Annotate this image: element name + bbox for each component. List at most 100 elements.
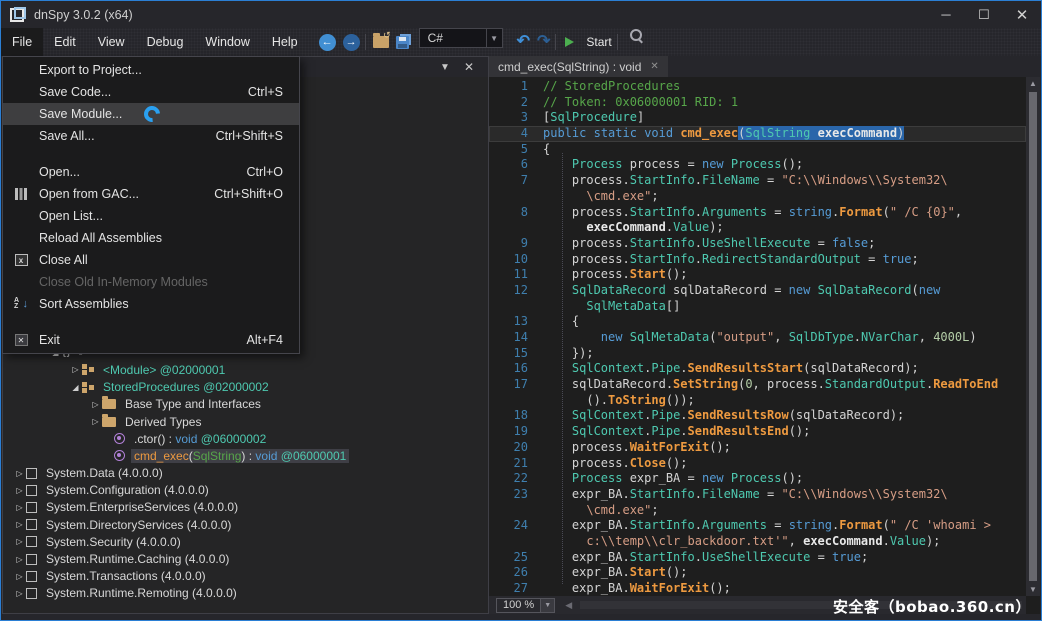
redo-icon[interactable]: ↷	[537, 34, 550, 50]
chevron-down-icon[interactable]: ▼	[486, 29, 502, 47]
tab-cmd-exec[interactable]: cmd_exec(SqlString) : void ✕	[489, 56, 668, 77]
chevron-down-icon[interactable]: ▼	[440, 62, 450, 73]
expand-collapsed-icon[interactable]: ▷	[13, 486, 26, 495]
tree-row[interactable]: ▷System.DirectoryServices (4.0.0.0)	[3, 516, 488, 533]
undo-icon[interactable]: ↶	[517, 34, 530, 50]
line-number: 16	[489, 361, 543, 377]
expand-collapsed-icon[interactable]: ▷	[89, 417, 102, 426]
code-line: 7 process.StartInfo.FileName = "C:\\Wind…	[489, 173, 1026, 189]
menu-item-open[interactable]: Open...Ctrl+O	[3, 161, 299, 183]
menu-item-label: Open from GAC...	[39, 187, 139, 201]
tab-close-icon[interactable]: ✕	[650, 61, 658, 72]
line-number: 18	[489, 408, 543, 424]
code-line: 1// StoredProcedures	[489, 79, 1026, 95]
code-line: 20 process.WaitForExit();	[489, 440, 1026, 456]
minimize-button[interactable]: ─	[927, 1, 965, 28]
tree-row[interactable]: .ctor() : void @06000002	[3, 430, 488, 447]
expand-collapsed-icon[interactable]: ▷	[13, 589, 26, 598]
expand-collapsed-icon[interactable]: ▷	[13, 572, 26, 581]
code-line: 26 expr_BA.Start();	[489, 565, 1026, 581]
save-all-icon[interactable]	[396, 36, 409, 49]
menu-debug[interactable]: Debug	[136, 28, 195, 56]
code-text: process.Start();	[543, 267, 688, 283]
menu-item-save-code[interactable]: Save Code...Ctrl+S	[3, 81, 299, 103]
menu-item-save-module[interactable]: Save Module...	[3, 103, 299, 125]
code-text: \cmd.exe";	[543, 189, 659, 205]
language-select[interactable]: C# ▼	[419, 28, 503, 48]
code-line: 16 SqlContext.Pipe.SendResultsStart(sqlD…	[489, 361, 1026, 377]
class-icon	[82, 364, 94, 375]
vertical-scrollbar[interactable]: ▲ ▼	[1026, 77, 1040, 596]
zoom-select[interactable]: 100 % ▼	[496, 598, 555, 613]
tree-row[interactable]: cmd_exec(SqlString) : void @06000001	[3, 447, 488, 464]
menu-item-exit[interactable]: ExitAlt+F4	[3, 329, 299, 351]
expand-collapsed-icon[interactable]: ▷	[13, 469, 26, 478]
tree-row[interactable]: ▷System.Security (4.0.0.0)	[3, 533, 488, 550]
line-number	[489, 393, 543, 409]
menu-item-reload-all-assemblies[interactable]: Reload All Assemblies	[3, 227, 299, 249]
tree-row[interactable]: ▷<Module> @02000001	[3, 361, 488, 378]
code-line: 21 process.Close();	[489, 456, 1026, 472]
menu-help[interactable]: Help	[261, 28, 309, 56]
expand-collapsed-icon[interactable]: ▷	[69, 365, 82, 374]
navigate-forward-icon[interactable]: →	[343, 34, 360, 51]
tree-row[interactable]: ▷Base Type and Interfaces	[3, 396, 488, 413]
search-icon[interactable]	[629, 28, 643, 42]
chevron-down-icon[interactable]: ▼	[540, 599, 554, 612]
menu-item-close-all[interactable]: Close All	[3, 249, 299, 271]
assembly-icon	[26, 536, 37, 547]
menu-window[interactable]: Window	[194, 28, 260, 56]
tree-item-label: System.Runtime.Remoting (4.0.0.0)	[43, 586, 240, 600]
expand-collapsed-icon[interactable]: ▷	[13, 520, 26, 529]
menu-item-export-to-project[interactable]: Export to Project...	[3, 59, 299, 81]
window-title: dnSpy 3.0.2 (x64)	[34, 8, 133, 22]
close-panel-icon[interactable]: ✕	[464, 60, 474, 74]
line-number: 22	[489, 471, 543, 487]
code-line: 6 Process process = new Process();	[489, 157, 1026, 173]
tree-row[interactable]: ▷ System.Runtime.Remoting (4.0.0.0)	[3, 585, 488, 602]
expand-collapsed-icon[interactable]: ▷	[89, 400, 102, 409]
toolbar-separator	[617, 34, 618, 50]
code-text: SqlContext.Pipe.SendResultsEnd();	[543, 424, 810, 440]
code-line: 22 Process expr_BA = new Process();	[489, 471, 1026, 487]
menu-item-sort-assemblies[interactable]: Sort Assemblies	[3, 293, 299, 315]
start-button[interactable]: Start	[565, 28, 611, 56]
scroll-down-icon[interactable]: ▼	[1029, 583, 1037, 596]
menu-item-label: Open...	[39, 165, 80, 179]
decompiled-code[interactable]: 1// StoredProcedures2// Token: 0x0600000…	[489, 77, 1026, 596]
tree-item-label: cmd_exec(SqlString) : void @06000001	[131, 449, 349, 463]
tree-row[interactable]: ▷System.Runtime.Caching (4.0.0.0)	[3, 550, 488, 567]
menu-item-label: Save Module...	[39, 107, 122, 121]
zoom-value: 100 %	[497, 599, 540, 611]
line-number: 5	[489, 142, 543, 158]
tree-row[interactable]: ▷System.EnterpriseServices (4.0.0.0)	[3, 499, 488, 516]
vertical-scroll-thumb[interactable]	[1029, 92, 1037, 581]
expand-expanded-icon[interactable]: ◢	[69, 383, 82, 392]
expand-collapsed-icon[interactable]: ▷	[13, 503, 26, 512]
tree-row[interactable]: ▷System.Transactions (4.0.0.0)	[3, 568, 488, 585]
menu-edit[interactable]: Edit	[43, 28, 87, 56]
tree-row[interactable]: ▷Derived Types	[3, 413, 488, 430]
menu-view[interactable]: View	[87, 28, 136, 56]
menu-item-open-from-gac[interactable]: Open from GAC...Ctrl+Shift+O	[3, 183, 299, 205]
folder-icon	[102, 417, 116, 427]
close-button[interactable]: ✕	[1003, 1, 1041, 28]
code-text: sqlDataRecord.SetString(0, process.Stand…	[543, 377, 998, 393]
tree-row[interactable]: ▷System.Configuration (4.0.0.0)	[3, 482, 488, 499]
menu-item-open-list[interactable]: Open List...	[3, 205, 299, 227]
scroll-up-icon[interactable]: ▲	[1029, 77, 1037, 90]
menu-item-save-all[interactable]: Save All...Ctrl+Shift+S	[3, 125, 299, 147]
open-file-icon[interactable]	[373, 36, 389, 48]
scroll-left-icon[interactable]: ◀	[565, 600, 572, 611]
line-number: 7	[489, 173, 543, 189]
tree-row[interactable]: ◢StoredProcedures @02000002	[3, 379, 488, 396]
expand-collapsed-icon[interactable]: ▷	[13, 537, 26, 546]
menu-file[interactable]: File	[1, 28, 43, 56]
maximize-button[interactable]: ☐	[965, 1, 1003, 28]
code-text: expr_BA.StartInfo.UseShellExecute = true…	[543, 550, 868, 566]
expand-collapsed-icon[interactable]: ▷	[13, 555, 26, 564]
start-label: Start	[586, 35, 611, 49]
line-number: 21	[489, 456, 543, 472]
navigate-back-icon[interactable]: ←	[319, 34, 336, 51]
tree-row[interactable]: ▷System.Data (4.0.0.0)	[3, 465, 488, 482]
